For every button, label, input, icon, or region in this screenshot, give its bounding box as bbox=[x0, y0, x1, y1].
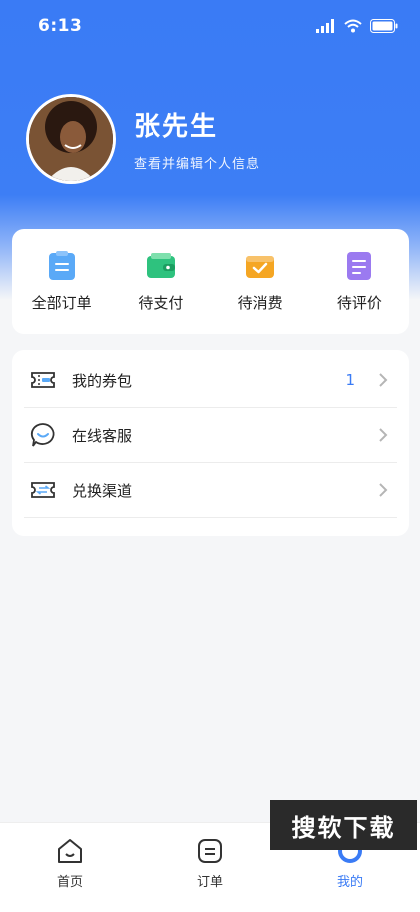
tab-home[interactable]: 首页 bbox=[30, 837, 110, 890]
signal-icon bbox=[316, 19, 334, 33]
wallet-icon bbox=[146, 253, 175, 278]
order-pending-payment-label: 待支付 bbox=[138, 294, 184, 312]
profile-edit-link[interactable]: 查看并编辑个人信息 bbox=[134, 153, 260, 172]
status-bar: 6:13 bbox=[0, 0, 420, 52]
home-icon bbox=[58, 839, 82, 863]
menu-item-coupons-label: 我的券包 bbox=[72, 371, 133, 390]
coupon-count-badge: 1 bbox=[345, 371, 355, 389]
order-pending-review-button[interactable]: 待评价 bbox=[314, 250, 404, 313]
coupon-icon bbox=[31, 372, 55, 388]
menu-item-customer-service-label: 在线客服 bbox=[72, 426, 133, 445]
avatar-image bbox=[29, 97, 113, 181]
chevron-right-icon bbox=[379, 428, 388, 442]
order-pending-use-button[interactable]: 待消费 bbox=[215, 250, 305, 313]
chevron-right-icon bbox=[379, 373, 388, 387]
order-pending-payment-button[interactable]: 待支付 bbox=[116, 250, 206, 313]
chevron-right-icon bbox=[379, 483, 388, 497]
tab-home-label: 首页 bbox=[56, 875, 83, 890]
tab-orders[interactable]: 订单 bbox=[170, 837, 250, 890]
profile-name: 张先生 bbox=[134, 112, 219, 142]
watermark: 搜软下载 bbox=[270, 800, 417, 850]
menu-item-customer-service[interactable]: 在线客服 bbox=[24, 408, 397, 463]
clipboard-icon bbox=[48, 251, 75, 280]
order-pending-review-label: 待评价 bbox=[336, 294, 382, 312]
orders-card: 全部订单 待支付 待消费 待评价 bbox=[12, 229, 409, 334]
menu-item-exchange[interactable]: 兑换渠道 bbox=[24, 463, 397, 518]
status-time: 6:13 bbox=[38, 16, 83, 36]
menu-item-coupons[interactable]: 我的券包 1 bbox=[24, 353, 397, 408]
order-icon bbox=[198, 839, 222, 863]
ticket-check-icon bbox=[246, 256, 275, 278]
exchange-icon bbox=[31, 482, 55, 498]
chat-icon bbox=[30, 423, 55, 447]
order-pending-use-label: 待消费 bbox=[237, 294, 283, 312]
tab-profile-label: 我的 bbox=[336, 875, 363, 890]
wifi-icon bbox=[344, 19, 362, 33]
avatar[interactable] bbox=[26, 94, 116, 184]
menu-card: 我的券包 1 在线客服 兑换渠道 bbox=[12, 350, 409, 536]
battery-icon bbox=[370, 19, 398, 33]
order-all-button[interactable]: 全部订单 bbox=[17, 250, 107, 313]
tab-orders-label: 订单 bbox=[196, 875, 223, 890]
status-icons bbox=[316, 19, 398, 33]
menu-item-exchange-label: 兑换渠道 bbox=[72, 481, 133, 500]
document-edit-icon bbox=[347, 252, 372, 280]
order-all-label: 全部订单 bbox=[31, 294, 92, 312]
profile-header[interactable]: 张先生 查看并编辑个人信息 bbox=[26, 94, 260, 184]
